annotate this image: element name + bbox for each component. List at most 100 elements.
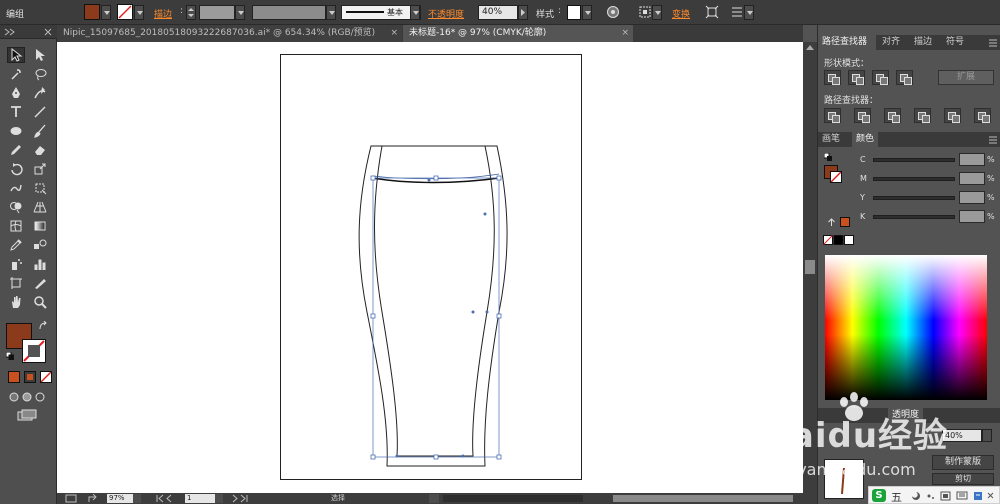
expand-button[interactable]: 扩展: [938, 70, 994, 85]
shape-builder-tool[interactable]: [7, 199, 25, 215]
color-spectrum[interactable]: [825, 255, 987, 400]
color-mode-button[interactable]: [8, 371, 20, 383]
pencil-tool[interactable]: [7, 142, 25, 158]
channel-slider-m[interactable]: [873, 177, 955, 181]
blend-tool[interactable]: [31, 237, 49, 253]
channel-slider-k[interactable]: [873, 215, 955, 219]
gradient-tool[interactable]: [31, 218, 49, 234]
rotate-tool[interactable]: [7, 161, 25, 177]
align-dropdown[interactable]: [652, 5, 662, 20]
channel-slider-y[interactable]: [873, 196, 955, 200]
trim-button[interactable]: [854, 108, 871, 123]
eyedropper-tool[interactable]: [7, 237, 25, 253]
artboard-tool[interactable]: [7, 275, 25, 291]
stroke-weight-dropdown[interactable]: [235, 5, 245, 20]
ellipse-tool[interactable]: [7, 123, 25, 139]
merge-button[interactable]: [884, 108, 901, 123]
tab-nipic-document[interactable]: Nipic_15097685_20180518093222687036.ai* …: [57, 25, 402, 42]
tab-symbols[interactable]: 符号: [942, 35, 968, 50]
tab-untitled-16[interactable]: 未标题-16* @ 97% (CMYK/轮廓) ×: [403, 25, 633, 42]
inner-glass-path[interactable]: [374, 145, 495, 457]
direct-selection-tool[interactable]: [31, 47, 49, 63]
tab-stroke[interactable]: 描边: [910, 35, 936, 50]
unite-button[interactable]: [824, 70, 841, 85]
close-icon[interactable]: [44, 28, 52, 36]
tab-brushes[interactable]: 画笔: [818, 132, 844, 147]
make-mask-button[interactable]: 制作蒙版: [932, 455, 994, 470]
profile-dropdown[interactable]: [326, 5, 336, 20]
curvature-tool[interactable]: [31, 85, 49, 101]
paintbrush-tool[interactable]: [31, 123, 49, 139]
clip-checkbox[interactable]: 剪切: [932, 473, 994, 485]
minus-front-button[interactable]: [848, 70, 865, 85]
path-points[interactable]: [395, 178, 489, 458]
fill-swatch[interactable]: [84, 4, 100, 20]
channel-value-m[interactable]: [959, 172, 985, 185]
stroke-color-box[interactable]: [22, 339, 46, 363]
horizontal-scrollbar[interactable]: [443, 495, 583, 502]
panel-menu-icon[interactable]: [988, 38, 998, 47]
lasso-tool[interactable]: [31, 66, 49, 82]
warp-tool[interactable]: [7, 180, 25, 196]
ime-mode-label[interactable]: 五: [891, 489, 902, 504]
default-colors-icon[interactable]: [6, 352, 14, 360]
opacity-field[interactable]: 40%: [478, 5, 518, 20]
fill-dropdown[interactable]: [101, 5, 111, 20]
line-segment-tool[interactable]: [31, 104, 49, 120]
channel-value-c[interactable]: [959, 153, 985, 166]
brush-dropdown[interactable]: [410, 5, 420, 20]
artboard-canvas[interactable]: [57, 42, 803, 493]
panel-menu-icon[interactable]: [988, 135, 998, 144]
tab-align[interactable]: 对齐: [878, 35, 904, 50]
free-transform-tool[interactable]: [31, 180, 49, 196]
eraser-tool[interactable]: [31, 142, 49, 158]
gradient-mode-button[interactable]: [24, 371, 36, 383]
isolate-group-icon[interactable]: [705, 5, 719, 19]
align-to-selection-icon[interactable]: [638, 5, 652, 19]
artboard-number-field[interactable]: 1: [185, 494, 215, 503]
selection-tool[interactable]: [7, 47, 25, 63]
perspective-grid-tool[interactable]: [31, 199, 49, 215]
graphic-style-dropdown[interactable]: [582, 5, 592, 20]
first-prev-artboard-icon[interactable]: [155, 494, 175, 503]
out-of-gamut-icon[interactable]: [827, 218, 836, 227]
scroll-thumb[interactable]: [805, 260, 815, 274]
crop-button[interactable]: [914, 108, 931, 123]
stroke-weight-field[interactable]: [199, 5, 235, 20]
transparency-opacity-slider[interactable]: [982, 429, 992, 442]
type-tool[interactable]: [7, 104, 25, 120]
stroke-weight-stepper[interactable]: [186, 5, 196, 20]
opacity-slider-toggle[interactable]: [518, 5, 528, 20]
column-graph-tool[interactable]: [31, 256, 49, 272]
status-menu-button[interactable]: [429, 494, 439, 503]
symbol-sprayer-tool[interactable]: [7, 256, 25, 272]
slice-tool[interactable]: [31, 275, 49, 291]
scale-tool[interactable]: [31, 161, 49, 177]
outline-button[interactable]: [944, 108, 961, 123]
channel-value-y[interactable]: [959, 191, 985, 204]
transform-link[interactable]: 变换: [672, 7, 690, 20]
graphic-style-swatch[interactable]: [567, 5, 581, 20]
variable-width-profile[interactable]: [252, 5, 326, 20]
scroll-up-icon[interactable]: [806, 44, 814, 50]
zoom-field[interactable]: 97%: [107, 494, 133, 503]
opacity-label[interactable]: 不透明度: [428, 7, 464, 20]
minus-back-button[interactable]: [974, 108, 991, 123]
none-white-black-swatches[interactable]: [823, 235, 855, 245]
anchor-points[interactable]: [370, 175, 502, 460]
collapse-icon[interactable]: [4, 28, 16, 36]
panel-menu-icon[interactable]: [730, 5, 744, 19]
close-icon[interactable]: ×: [621, 25, 629, 42]
swap-fill-stroke-icon[interactable]: [38, 321, 48, 331]
zoom-tool[interactable]: [31, 294, 49, 310]
intersect-button[interactable]: [872, 70, 889, 85]
channel-value-k[interactable]: [959, 210, 985, 223]
zoom-dropdown[interactable]: [133, 494, 141, 503]
default-colors-icon[interactable]: [824, 153, 832, 161]
artboard-dropdown[interactable]: [215, 494, 223, 503]
recolor-artwork-icon[interactable]: [606, 5, 620, 19]
horizontal-scroll-thumb[interactable]: [613, 495, 793, 502]
ime-toolbar[interactable]: S 五: [868, 486, 1000, 504]
gamut-swatch[interactable]: [840, 217, 850, 227]
magic-wand-tool[interactable]: [7, 66, 25, 82]
